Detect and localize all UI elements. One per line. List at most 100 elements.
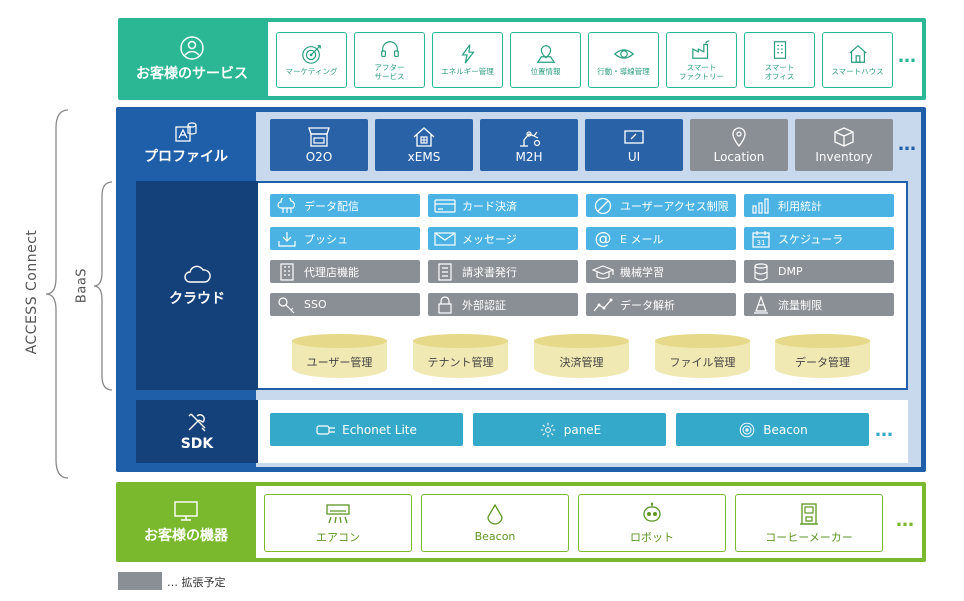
service-after-service: アフター サービス — [354, 32, 425, 88]
cone-icon — [754, 295, 768, 314]
legend-text: … 拡張予定 — [167, 576, 226, 589]
signal-icon — [739, 422, 755, 437]
database-label: ファイル管理 — [669, 356, 736, 369]
profile-header: プロファイル — [116, 107, 256, 179]
device-label: Beacon — [474, 530, 516, 543]
key-icon — [278, 296, 295, 313]
feature-rate-limit: 流量制限 — [744, 293, 894, 316]
feature-label: プッシュ — [304, 232, 348, 246]
building-icon — [773, 41, 786, 59]
feature-usage-stats: 利用統計 — [744, 194, 894, 217]
service-smart-factory: スマート ファクトリー — [666, 32, 737, 88]
line-chart-icon — [593, 298, 613, 311]
device-air-conditioner: エアコン — [264, 494, 412, 552]
feature-card-payment: カード決済 — [428, 194, 578, 217]
feature-label: データ配信 — [304, 199, 359, 213]
customer-services-row: お客様のサービス マーケティング アフター サービス エネルギー管理 位置情報 … — [118, 18, 926, 100]
feature-label: E メール — [620, 232, 664, 246]
device-label: ロボット — [630, 530, 674, 544]
feature-label: 外部認証 — [462, 298, 506, 312]
feature-external-auth: 外部認証 — [428, 293, 578, 316]
house-icon — [848, 45, 867, 64]
location-icon — [732, 127, 746, 147]
sdk-echonet-lite: Echonet Lite — [270, 413, 463, 446]
gear-icon — [540, 422, 555, 437]
database-label: ユーザー管理 — [306, 356, 373, 369]
profile-ui: UI — [585, 119, 683, 171]
bolt-icon — [460, 44, 475, 64]
calendar-icon: 31 — [752, 230, 770, 248]
feature-user-access-limit: ユーザーアクセス制限 — [586, 194, 736, 217]
credit-card-icon — [434, 198, 456, 213]
feature-label: ユーザーアクセス制限 — [620, 199, 729, 213]
feature-label: データ解析 — [620, 298, 675, 312]
service-label: スマートハウス — [831, 67, 884, 77]
devices-more: … — [896, 510, 916, 531]
service-energy: エネルギー管理 — [432, 32, 503, 88]
feature-label: 請求書発行 — [462, 265, 517, 279]
profile-label: M2H — [515, 150, 543, 164]
database-file-management: ファイル管理 — [655, 334, 750, 380]
at-icon: @ — [594, 228, 612, 249]
beacon-drop-icon — [487, 503, 503, 525]
sdk-label: Echonet Lite — [342, 422, 417, 437]
profile-label: Location — [713, 150, 765, 164]
document-icon — [438, 262, 452, 281]
feature-label: 代理店機能 — [304, 265, 359, 279]
map-pin-icon — [536, 45, 555, 64]
sdk-header: SDK — [136, 400, 258, 463]
feature-scheduler: 31 スケジューラ — [744, 227, 894, 250]
feature-email: @ E メール — [586, 227, 736, 250]
plug-icon — [316, 424, 336, 435]
database-label: 決済管理 — [559, 356, 604, 369]
database-payment-management: 決済管理 — [534, 334, 629, 380]
envelope-icon — [434, 231, 456, 246]
block-icon — [594, 197, 612, 214]
device-robot: ロボット — [578, 494, 726, 552]
sdk-beacon: Beacon — [676, 413, 869, 446]
database-label: テナント管理 — [427, 356, 494, 369]
home-energy-icon — [413, 127, 435, 147]
service-label: マーケティング — [285, 67, 338, 77]
cloud-icon — [184, 265, 211, 283]
feature-label: 利用統計 — [778, 199, 822, 213]
service-label: エネルギー管理 — [441, 67, 494, 77]
database-user-management: ユーザー管理 — [292, 334, 387, 380]
database-icon — [754, 262, 768, 281]
cloud-title: クラウド — [169, 290, 225, 307]
profile-label: O2O — [305, 150, 333, 164]
feature-message: メッセージ — [428, 227, 578, 250]
profile-xems: xEMS — [375, 119, 473, 171]
service-smart-house: スマートハウス — [822, 32, 893, 88]
devices-header: お客様の機器 — [116, 482, 256, 562]
factory-icon — [691, 40, 709, 59]
download-icon — [278, 231, 296, 247]
service-label: 位置情報 — [530, 67, 561, 77]
cloud-header: クラウド — [136, 181, 258, 390]
device-beacon: Beacon — [421, 494, 569, 552]
feature-label: スケジューラ — [778, 232, 844, 246]
feature-label: カード決済 — [462, 199, 517, 213]
database-data-management: データ管理 — [775, 334, 870, 380]
feature-data-analysis: データ解析 — [586, 293, 736, 316]
feature-invoice: 請求書発行 — [428, 260, 578, 283]
feature-sso: SSO — [270, 293, 420, 316]
feature-data-delivery: データ配信 — [270, 194, 420, 217]
lock-icon — [438, 295, 452, 314]
service-smart-office: スマート オフィス — [744, 32, 815, 88]
service-label: アフター サービス — [374, 62, 405, 81]
feature-label: 流量制限 — [778, 298, 822, 312]
profile-o2o: O2O — [270, 119, 368, 171]
headset-icon — [380, 41, 399, 57]
legend-swatch — [118, 572, 162, 590]
database-label: データ管理 — [795, 356, 850, 369]
profile-label: UI — [627, 150, 641, 164]
cloud-share-icon — [277, 197, 295, 213]
device-label: エアコン — [316, 530, 360, 544]
box-icon — [834, 127, 854, 147]
devices-panel: エアコン Beacon ロボット コーヒーメーカー … — [256, 486, 922, 558]
profile-inventory: Inventory — [795, 119, 893, 171]
service-label: スマート ファクトリー — [679, 62, 724, 81]
database-tenant-management: テナント管理 — [413, 334, 508, 380]
person-icon — [180, 35, 204, 60]
